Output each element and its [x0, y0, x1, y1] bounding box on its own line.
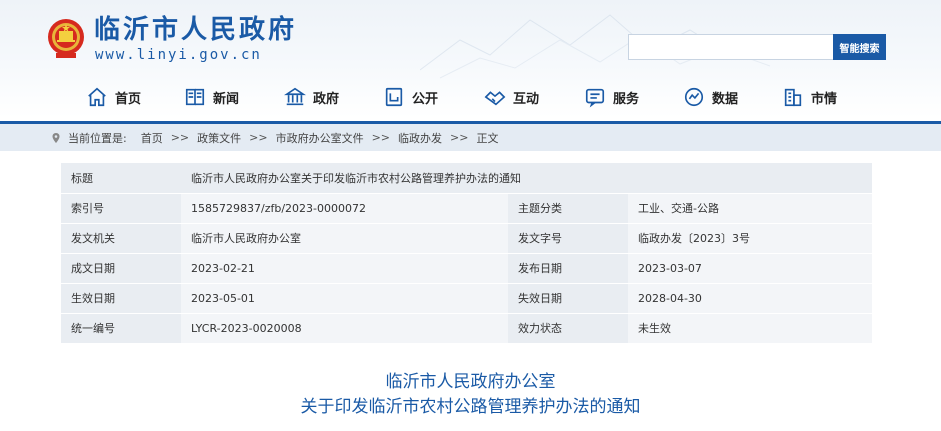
meta-label: 生效日期	[61, 283, 181, 314]
open-document-icon	[385, 87, 403, 107]
breadcrumb-office-files[interactable]: 市政府办公室文件	[276, 130, 364, 146]
breadcrumb-current: 正文	[476, 131, 499, 145]
breadcrumb-policy-files[interactable]: 政策文件	[197, 130, 241, 146]
meta-value-title: 临沂市人民政府办公室关于印发临沂市农村公路管理养护办法的通知	[181, 163, 872, 194]
nav-item-service[interactable]: 服务	[584, 82, 639, 112]
meta-value: 2023-05-01	[181, 283, 508, 314]
home-icon	[88, 87, 106, 107]
nav-item-home[interactable]: 首页	[86, 82, 141, 112]
table-row: 统一编号 LYCR-2023-0020008 效力状态 未生效	[61, 313, 872, 344]
site-header: 临沂市人民政府 www.linyi.gov.cn 智能搜索 首页 新闻 政府 公…	[0, 0, 941, 118]
table-row: 发文机关 临沂市人民政府办公室 发文字号 临政办发〔2023〕3号	[61, 223, 872, 254]
meta-value: 未生效	[628, 313, 872, 344]
breadcrumb-separator: >>	[371, 131, 391, 144]
breadcrumb-separator: >>	[170, 131, 190, 144]
government-building-icon	[284, 87, 306, 106]
meta-label: 主题分类	[508, 193, 628, 224]
breadcrumb: 当前位置是: 首页 >> 政策文件 >> 市政府办公室文件 >> 临政办发 >>…	[0, 121, 941, 151]
national-emblem-logo[interactable]	[46, 17, 86, 59]
meta-value: 2023-03-07	[628, 253, 872, 284]
search-input[interactable]	[628, 34, 834, 60]
breadcrumb-separator: >>	[450, 131, 469, 144]
meta-value: 临政办发〔2023〕3号	[628, 223, 872, 254]
meta-value: 1585729837/zfb/2023-0000072	[181, 193, 508, 224]
site-name[interactable]: 临沂市人民政府	[94, 15, 297, 45]
nav-label-open: 公开	[412, 91, 439, 107]
service-icon	[585, 88, 605, 108]
document-metadata-table: 标题 临沂市人民政府办公室关于印发临沂市农村公路管理养护办法的通知 索引号 15…	[61, 163, 872, 344]
nav-item-data[interactable]: 数据	[683, 82, 738, 112]
nav-label-service: 服务	[613, 91, 640, 107]
meta-value: 2028-04-30	[628, 283, 872, 314]
nav-item-government[interactable]: 政府	[284, 82, 339, 112]
data-icon	[684, 87, 704, 107]
meta-label: 效力状态	[508, 313, 628, 344]
meta-label: 统一编号	[61, 313, 181, 344]
nav-item-city[interactable]: 市情	[782, 82, 837, 112]
meta-value: LYCR-2023-0020008	[181, 313, 508, 344]
nav-item-news[interactable]: 新闻	[184, 82, 239, 112]
breadcrumb-prefix: 当前位置是:	[68, 131, 127, 145]
nav-label-city: 市情	[811, 91, 838, 107]
nav-label-news: 新闻	[213, 91, 240, 107]
table-row: 索引号 1585729837/zfb/2023-0000072 主题分类 工业、…	[61, 193, 872, 224]
site-url: www.linyi.gov.cn	[95, 47, 262, 63]
table-row: 标题 临沂市人民政府办公室关于印发临沂市农村公路管理养护办法的通知	[61, 163, 872, 194]
breadcrumb-separator: >>	[249, 131, 268, 144]
document-title-line2: 关于印发临沂市农村公路管理养护办法的通知	[300, 397, 641, 417]
location-pin-icon	[52, 132, 60, 143]
city-icon	[784, 88, 802, 107]
main-nav: 首页 新闻 政府 公开 互动 服务 数据 市情	[0, 82, 941, 112]
nav-label-interaction: 互动	[513, 91, 540, 107]
handshake-icon	[484, 91, 506, 106]
nav-label-data: 数据	[712, 91, 739, 107]
meta-label: 发文字号	[508, 223, 628, 254]
meta-value: 工业、交通-公路	[628, 193, 872, 224]
meta-value: 2023-02-21	[181, 253, 508, 284]
table-row: 生效日期 2023-05-01 失效日期 2028-04-30	[61, 283, 872, 314]
meta-label: 发文机关	[61, 223, 181, 254]
meta-label: 成文日期	[61, 253, 181, 284]
meta-label: 失效日期	[508, 283, 628, 314]
search-button[interactable]: 智能搜索	[833, 34, 886, 60]
nav-item-interaction[interactable]: 互动	[484, 82, 539, 112]
breadcrumb-home[interactable]: 首页	[141, 130, 163, 146]
document-title-line1: 临沂市人民政府办公室	[385, 372, 556, 392]
meta-label-title: 标题	[61, 163, 181, 194]
newspaper-icon	[185, 88, 205, 106]
nav-label-home: 首页	[115, 91, 142, 107]
breadcrumb-linzhengbanfa[interactable]: 临政办发	[398, 130, 442, 146]
meta-value: 临沂市人民政府办公室	[181, 223, 508, 254]
table-row: 成文日期 2023-02-21 发布日期 2023-03-07	[61, 253, 872, 284]
nav-item-open[interactable]: 公开	[383, 82, 438, 112]
meta-label: 发布日期	[508, 253, 628, 284]
meta-label: 索引号	[61, 193, 181, 224]
nav-label-government: 政府	[313, 91, 340, 107]
